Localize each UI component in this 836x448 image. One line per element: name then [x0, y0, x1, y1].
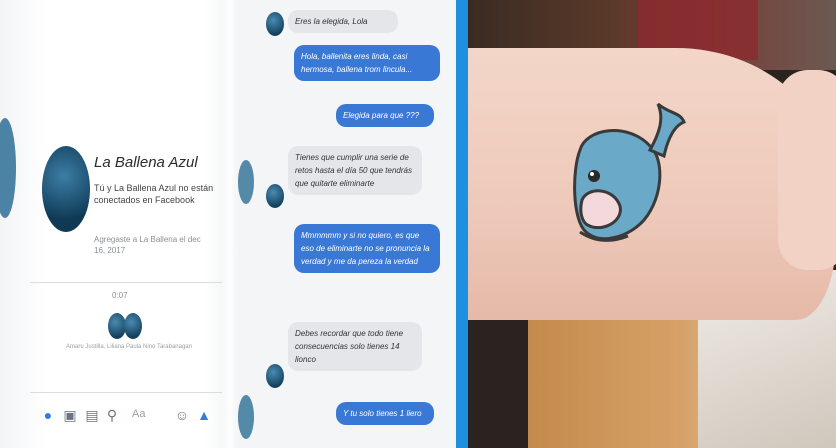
message-sent: Y tu solo tienes 1 liero [336, 402, 434, 425]
message-received: Eres la elegida, Lola [288, 10, 398, 33]
profile-name: La Ballena Azul [94, 154, 198, 171]
whale-tattoo-icon [573, 102, 686, 242]
mutual-friend-avatar[interactable] [124, 313, 142, 339]
avatar-edge [238, 160, 254, 204]
avatar-edge [238, 395, 254, 439]
sticker-icon[interactable]: ▤ [84, 406, 100, 424]
message-received: Tienes que cumplir una serie de retos ha… [288, 146, 422, 195]
camera-icon[interactable]: ● [40, 406, 56, 424]
profile-added-date: Agregaste a La Ballena el dec 16, 2017 [94, 235, 201, 255]
tattoo-photo [468, 0, 836, 448]
divider [30, 282, 222, 283]
avatar-edge [0, 118, 16, 218]
mic-icon[interactable]: ⚲ [104, 406, 120, 424]
message-toolbar: ● ▣ ▤ ⚲ Aa ☺ ▲ [40, 404, 230, 428]
divider [30, 392, 222, 393]
message-sent: Mmmmmm y si no quiero, es que eso de eli… [294, 224, 440, 273]
contact-avatar [266, 364, 284, 388]
mutual-friends-text: Amaru Justilla, Liliana Paula Nino Tarab… [66, 344, 192, 350]
message-sent: Elegida para que ??? [336, 104, 434, 127]
message-input[interactable]: Aa [132, 408, 145, 420]
screen-glare [222, 0, 238, 448]
mutual-count: 0:07 [112, 291, 128, 300]
collage-divider [456, 0, 468, 448]
profile-avatar[interactable] [42, 146, 90, 232]
chat-panel: Eres la elegida, Lola Hola, ballenita er… [236, 0, 456, 448]
like-icon[interactable]: ▲ [196, 406, 212, 424]
contact-avatar [266, 184, 284, 208]
profile-description: Tú y La Ballena Azul no están conectados… [94, 183, 214, 205]
profile-panel: La Ballena Azul Tú y La Ballena Azul no … [0, 0, 240, 448]
emoji-icon[interactable]: ☺ [174, 406, 190, 424]
message-sent: Hola, ballenita eres linda, casi hermosa… [294, 45, 440, 81]
contact-avatar [266, 12, 284, 36]
gallery-icon[interactable]: ▣ [62, 406, 78, 424]
message-received: Debes recordar que todo tiene consecuenc… [288, 322, 422, 371]
